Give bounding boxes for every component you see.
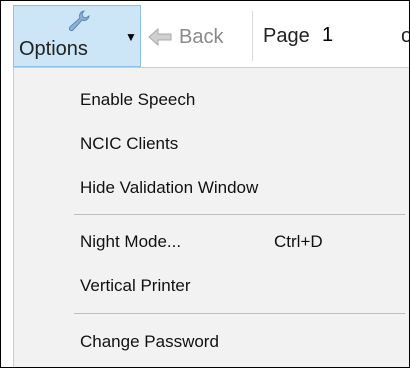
wrench-icon	[68, 10, 90, 32]
menu-item-ncic-clients[interactable]: NCIC Clients	[14, 126, 409, 162]
menu-separator	[74, 214, 405, 215]
page-label: Page	[263, 25, 310, 47]
menu-item-label: Night Mode...	[80, 232, 182, 251]
menu-item-label: Enable Speech	[80, 90, 196, 109]
toolbar-divider	[252, 11, 253, 61]
back-button[interactable]: Back	[147, 23, 223, 51]
menu-item-shortcut: Ctrl+D	[274, 232, 323, 251]
menu-item-hide-validation-window[interactable]: Hide Validation Window	[14, 170, 409, 206]
menu-item-enable-speech[interactable]: Enable Speech	[14, 82, 409, 118]
menu-item-label: NCIC Clients	[80, 134, 179, 153]
arrow-left-icon	[148, 27, 172, 47]
menu-item-change-password[interactable]: Change Password	[14, 324, 409, 360]
menu-item-night-mode[interactable]: Night Mode... Ctrl+D	[14, 224, 409, 260]
menu-item-label: Change Password	[80, 332, 219, 351]
options-button[interactable]: Options ▼	[13, 5, 141, 67]
menu-separator	[74, 313, 405, 314]
page-of-label: o	[401, 25, 409, 48]
page-number-input[interactable]	[317, 17, 389, 53]
menu-item-vertical-printer[interactable]: Vertical Printer	[14, 268, 409, 304]
back-label: Back	[179, 25, 224, 48]
menu-item-label: Hide Validation Window	[80, 178, 259, 197]
menu-item-label: Vertical Printer	[80, 276, 191, 295]
options-dropdown-menu: Enable Speech NCIC Clients Hide Validati…	[13, 67, 409, 367]
app-window: Options ▼ Back Page o Enable Speech NCIC…	[0, 0, 410, 368]
options-label: Options	[19, 38, 88, 60]
toolbar: Options ▼ Back Page o	[1, 1, 409, 69]
caret-down-icon[interactable]: ▼	[125, 30, 137, 44]
